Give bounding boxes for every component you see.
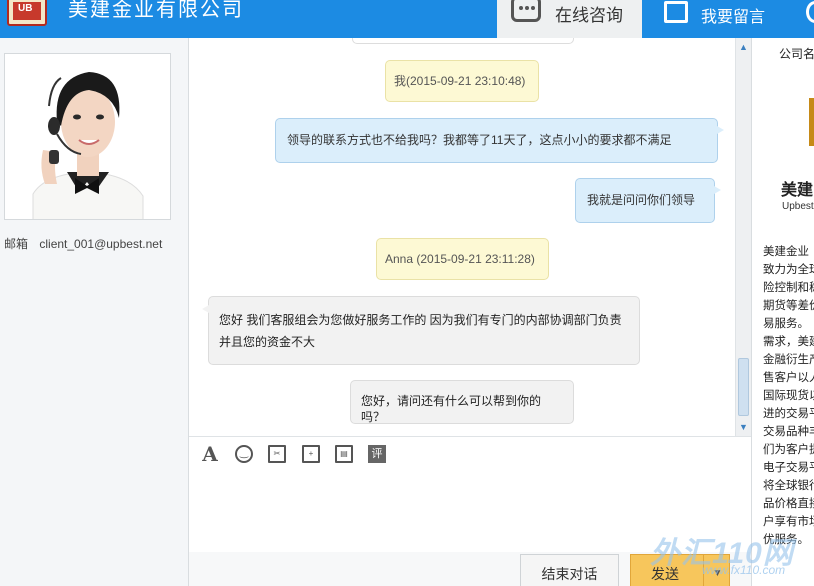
company-logo-cn: 美建 xyxy=(781,182,814,199)
company-logo-mark xyxy=(809,98,814,146)
agent-message-bubble: 您好 我们客服组会为您做好服务工作的 因为我们有专门的内部协调部门负责 并且您的… xyxy=(202,296,640,365)
company-info-panel: 公司名 美建 Upbest 美建金业 致力为全球 险控制和稳 期货等差价 易服务… xyxy=(751,38,814,586)
agent-panel: 邮箱 client_001@upbest.net xyxy=(0,38,189,586)
description-line: 电子交易平 xyxy=(763,462,814,474)
agent-message-line: 并且您的资金不大 xyxy=(219,335,316,349)
company-logo: UB xyxy=(7,0,47,26)
edit-note-icon xyxy=(664,1,688,23)
description-line: 易服务。 xyxy=(763,318,809,330)
description-line: 品价格直接 xyxy=(763,498,814,510)
description-line: 需求，美建 xyxy=(763,336,814,348)
company-logo-en: Upbest xyxy=(782,201,814,212)
timestamp-text: 我(2015-09-21 23:10:48) xyxy=(394,74,526,88)
email-value[interactable]: client_001@upbest.net xyxy=(39,237,162,251)
screenshot-icon[interactable]: ✂ xyxy=(268,445,286,463)
tab-leave-message-label: 我要留言 xyxy=(701,9,766,26)
end-chat-button[interactable]: 结束对话 xyxy=(520,554,619,586)
agent-avatar xyxy=(4,53,171,220)
description-line: 国际现货以 xyxy=(763,390,814,402)
agent-message-bubble: 您好，请问还有什么可以帮到你的吗？ xyxy=(350,380,574,424)
description-line: 将全球银行 xyxy=(763,480,814,492)
email-label: 邮箱 xyxy=(4,237,29,251)
timestamp-bubble: 我(2015-09-21 23:10:48) xyxy=(385,60,539,102)
scroll-down-icon[interactable]: ▼ xyxy=(737,420,750,434)
font-icon[interactable]: A xyxy=(201,444,219,464)
emoji-icon[interactable]: ‿ xyxy=(235,445,253,463)
description-line: 致力为全球 xyxy=(763,264,814,276)
agent-email-row: 邮箱 client_001@upbest.net xyxy=(4,235,162,252)
tab-online-consult[interactable]: 在线咨询 xyxy=(497,0,642,38)
chat-bubble-icon xyxy=(511,0,541,22)
timestamp-bubble: Anna (2015-09-21 23:11:28) xyxy=(376,238,549,280)
save-icon[interactable]: ▤ xyxy=(335,445,353,463)
file-upload-icon[interactable]: + xyxy=(302,445,320,463)
company-info-title: 公司名 xyxy=(779,47,814,61)
user-message-bubble: 我就是问问你们领导 xyxy=(575,178,721,223)
description-line: 期货等差价 xyxy=(763,300,814,312)
description-line: 们为客户提 xyxy=(763,444,814,456)
user-message-text: 我就是问问你们领导 xyxy=(587,193,696,207)
scroll-up-icon[interactable]: ▲ xyxy=(737,40,750,54)
scroll-thumb[interactable] xyxy=(738,358,749,416)
editor-toolbar: A ‿ ✂ + ▤ 评 xyxy=(189,436,751,470)
clock-icon[interactable] xyxy=(806,1,814,23)
company-name: 美建金业有限公司 xyxy=(68,0,244,21)
agent-message-text: 您好，请问还有什么可以帮到你的吗？ xyxy=(361,394,542,424)
description-line: 进的交易平 xyxy=(763,408,814,420)
agent-message-line: 您好 我们客服组会为您做好服务工作的 因为我们有专门的内部协调部门负责 xyxy=(219,313,622,327)
previous-message-bubble xyxy=(352,38,574,44)
description-line: 售客户以人 xyxy=(763,372,814,384)
tab-online-consult-label: 在线咨询 xyxy=(555,6,623,25)
description-line: 金融衍生产 xyxy=(763,354,814,366)
chat-history[interactable]: 我(2015-09-21 23:10:48) 领导的联系方式也不给我吗？我都等了… xyxy=(189,38,735,436)
chat-scrollbar[interactable]: ▲ ▼ xyxy=(735,38,751,436)
top-header: UB 美建金业有限公司 在线咨询 我要留言 xyxy=(0,0,814,38)
description-line: 险控制和稳 xyxy=(763,282,814,294)
logo-text: UB xyxy=(18,3,33,14)
watermark-url: www.fx110.com xyxy=(702,563,786,577)
user-message-bubble: 领导的联系方式也不给我吗？我都等了11天了，这点小小的要求都不满足 xyxy=(275,118,724,163)
timestamp-text: Anna (2015-09-21 23:11:28) xyxy=(385,252,535,266)
user-message-text: 领导的联系方式也不给我吗？我都等了11天了，这点小小的要求都不满足 xyxy=(287,133,672,147)
rate-icon[interactable]: 评 xyxy=(368,445,386,463)
description-line: 美建金业 xyxy=(763,246,809,258)
description-line: 交易品种丰 xyxy=(763,426,814,438)
company-description: 美建金业 致力为全球 险控制和稳 期货等差价 易服务。 需求，美建 金融衍生产 … xyxy=(763,243,814,549)
